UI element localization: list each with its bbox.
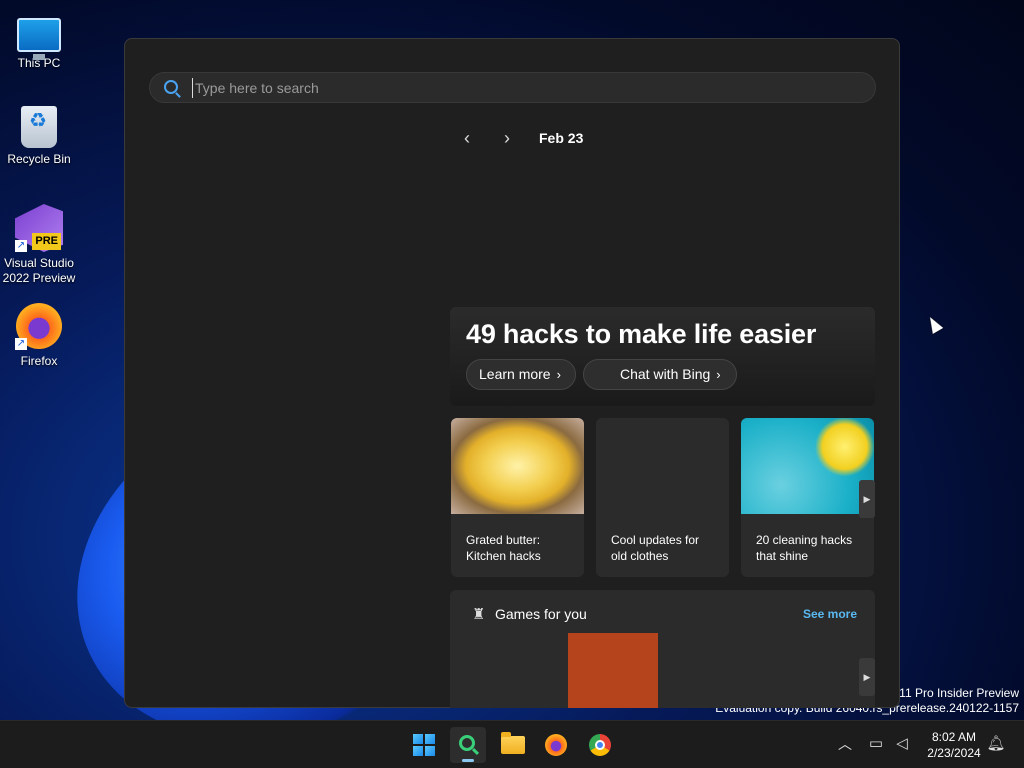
desktop-icon-label: Visual Studio 2022 Preview (2, 256, 76, 285)
chevron-left-icon[interactable]: ‹ (455, 127, 479, 149)
games-title: Games for you (495, 606, 587, 622)
card-title: Grated butter: Kitchen hacks (466, 533, 541, 563)
see-more-link[interactable]: See more (803, 607, 857, 621)
card-image-lemon-salt (741, 418, 874, 514)
news-card[interactable]: 20 cleaning hacks that shine (741, 418, 874, 577)
taskbar-search-button[interactable] (450, 727, 486, 763)
cards-scroll-right-icon[interactable]: ▶ (859, 480, 875, 518)
games-section: ♜ Games for you See more ▶ (450, 590, 875, 708)
games-scroll-right-icon[interactable]: ▶ (859, 658, 875, 696)
date-label: Feb 23 (539, 130, 584, 146)
chat-with-bing-button[interactable]: Chat with Bing › (583, 359, 737, 390)
notification-bell-icon[interactable]: 🔔︎ (986, 733, 1006, 755)
volume-muted-icon[interactable]: ◁ (892, 733, 912, 755)
chevron-up-icon[interactable]: ︿ (836, 733, 854, 755)
firefox-icon: ↗ (15, 302, 63, 350)
card-image-placeholder (596, 418, 729, 514)
firefox-icon (545, 734, 567, 756)
folder-icon (501, 732, 525, 754)
news-card[interactable]: Grated butter: Kitchen hacks (451, 418, 584, 577)
shortcut-arrow-icon: ↗ (15, 240, 27, 252)
file-explorer-button[interactable] (494, 727, 530, 763)
hero-card[interactable]: 49 hacks to make life easier Learn more ›… (450, 307, 875, 406)
card-title: 20 cleaning hacks that shine (756, 533, 853, 563)
chess-piece-icon: ♜ (472, 606, 486, 623)
card-title: Cool updates for old clothes (611, 533, 700, 563)
card-image-grated-butter (451, 418, 584, 514)
search-panel: ‹ › Feb 23 49 hacks to make life easier … (124, 38, 900, 708)
mouse-cursor-icon (924, 314, 944, 334)
desktop-icon-visual-studio[interactable]: PRE ↗ Visual Studio 2022 Preview (0, 204, 78, 286)
chrome-icon (589, 734, 611, 756)
desktop-icon-this-pc[interactable]: This PC (0, 10, 78, 71)
search-icon (164, 80, 178, 94)
learn-more-button[interactable]: Learn more › (466, 359, 576, 390)
system-clock[interactable]: 8:02 AM 2/23/2024 (920, 729, 988, 761)
learn-more-label: Learn more (479, 366, 551, 382)
firefox-taskbar-button[interactable] (538, 727, 574, 763)
clock-date: 2/23/2024 (927, 746, 981, 760)
chevron-right-icon[interactable]: › (495, 127, 519, 149)
hero-title: 49 hacks to make life easier (466, 319, 817, 349)
chrome-taskbar-button[interactable] (582, 727, 618, 763)
desktop-icon-label: Firefox (20, 354, 58, 368)
preview-badge: PRE (32, 233, 61, 250)
start-button[interactable] (406, 727, 442, 763)
active-indicator (462, 759, 474, 762)
search-input[interactable] (192, 78, 852, 98)
monitor-icon (17, 18, 61, 60)
network-icon[interactable]: ▭ (866, 733, 886, 755)
search-box[interactable] (149, 72, 876, 103)
shortcut-arrow-icon: ↗ (15, 338, 27, 350)
clock-time: 8:02 AM (931, 730, 977, 744)
search-icon (459, 735, 475, 751)
visual-studio-icon: PRE ↗ (15, 204, 63, 252)
taskbar: ︿ ▭ ◁ 8:02 AM 2/23/2024 🔔︎ (0, 720, 1024, 768)
news-card[interactable]: Cool updates for old clothes (596, 418, 729, 577)
game-tile[interactable] (568, 633, 658, 708)
desktop-icon-recycle-bin[interactable]: Recycle Bin (0, 106, 78, 167)
desktop-icon-firefox[interactable]: ↗ Firefox (0, 302, 78, 369)
recycle-bin-icon (21, 106, 57, 148)
chevron-right-icon: › (716, 367, 721, 382)
windows-logo-icon (413, 734, 435, 756)
date-navigation: ‹ › Feb 23 (455, 127, 583, 149)
desktop-icon-label: Recycle Bin (7, 152, 71, 166)
chevron-right-icon: › (556, 367, 561, 382)
chat-with-bing-label: Chat with Bing (620, 366, 711, 382)
